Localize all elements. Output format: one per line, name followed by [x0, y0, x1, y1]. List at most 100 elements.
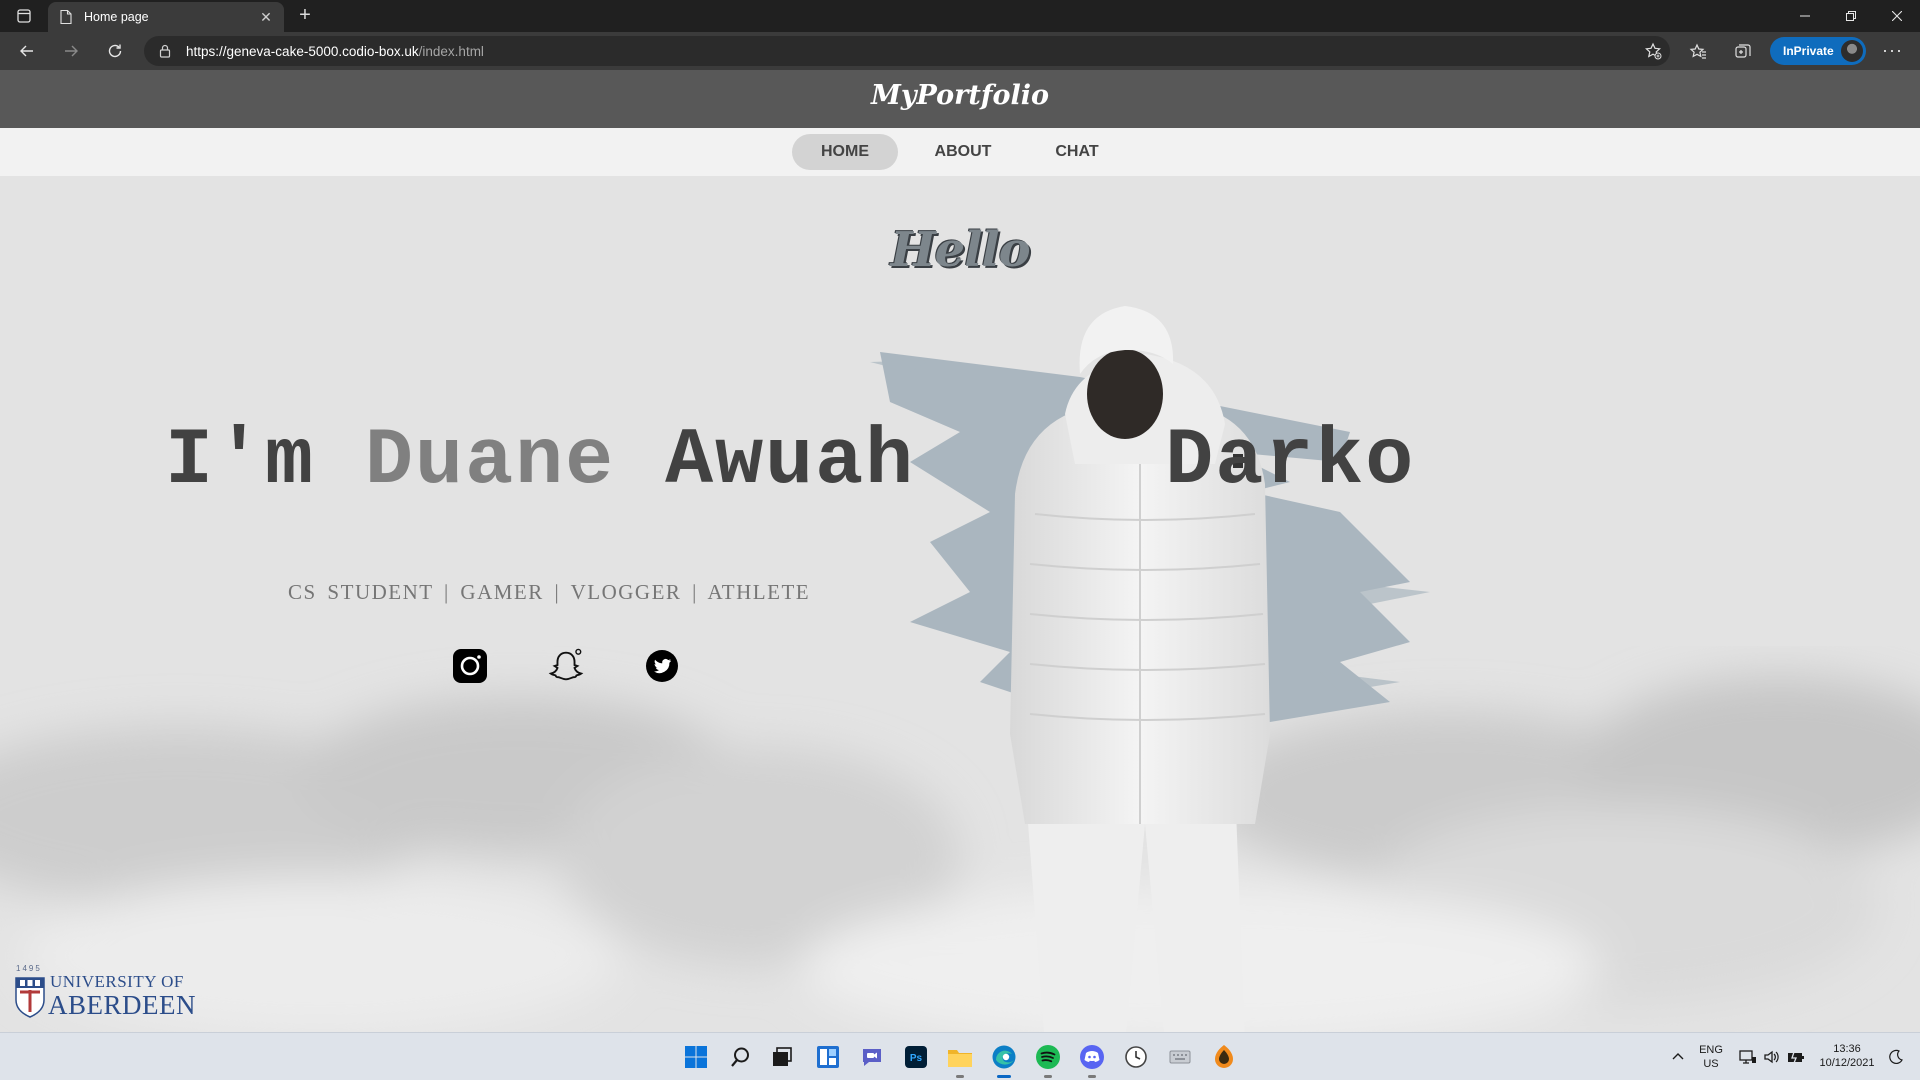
clock-icon	[1125, 1046, 1147, 1068]
browser-tab-bar: Home page ✕ +	[0, 0, 1920, 32]
browser-toolbar: https://geneva-cake-5000.codio-box.uk/in…	[0, 32, 1920, 70]
university-crest-icon	[15, 977, 45, 1018]
lock-icon[interactable]	[158, 44, 172, 58]
restore-icon	[1846, 11, 1856, 21]
search-button[interactable]	[724, 1041, 756, 1073]
hello-greeting: Hello	[890, 222, 1030, 278]
inprivate-label: InPrivate	[1783, 44, 1834, 58]
web-page: MyPortfolio HOME ABOUT CHAT Hello I'm Du…	[0, 70, 1920, 1032]
clock-app[interactable]	[1120, 1041, 1152, 1073]
portrait-photo	[1010, 306, 1270, 1032]
forward-button[interactable]	[56, 37, 86, 65]
tab-actions-icon	[17, 9, 31, 23]
twitter-link[interactable]	[644, 648, 680, 684]
start-button[interactable]	[680, 1041, 712, 1073]
nav-home-link[interactable]: HOME	[792, 134, 898, 170]
clock-date-display[interactable]: 13:36 10/12/2021	[1814, 1042, 1880, 1070]
input-language-indicator[interactable]: ENG US	[1698, 1043, 1724, 1071]
file-explorer-icon	[948, 1050, 972, 1067]
add-favorite-icon[interactable]	[1644, 42, 1662, 60]
headline-first-name: Duane	[365, 416, 616, 507]
spotify-app[interactable]	[1032, 1041, 1064, 1078]
site-header: MyPortfolio	[0, 70, 1920, 128]
refresh-icon	[108, 44, 122, 58]
tab-close-icon[interactable]: ✕	[258, 9, 274, 26]
hero-section: Hello I'm Duane Awuah Darko CS STUDENT |…	[0, 176, 1920, 1032]
site-navigation: HOME ABOUT CHAT	[0, 128, 1920, 176]
spotify-icon	[1036, 1045, 1060, 1069]
snapchat-icon	[548, 648, 584, 681]
minimize-icon	[1800, 15, 1810, 17]
widgets-button[interactable]	[812, 1041, 844, 1073]
moon-focus-icon	[1889, 1049, 1903, 1064]
url-host: https://geneva-cake-5000.codio-box.uk	[186, 43, 419, 59]
headline-last-name: Darko	[1165, 416, 1416, 507]
close-icon	[1892, 11, 1902, 21]
headline-prefix: I'm	[165, 416, 316, 507]
collections-button[interactable]	[1733, 42, 1753, 62]
favorites-star-icon	[1689, 43, 1706, 59]
url-path: /index.html	[418, 43, 484, 59]
language-label: ENG	[1699, 1044, 1723, 1056]
refresh-button[interactable]	[100, 37, 130, 65]
arrow-left-icon	[20, 45, 33, 57]
hero-headline: I'm Duane Awuah Darko	[165, 416, 1415, 507]
running-indicator	[1044, 1075, 1052, 1078]
taskbar-date: 10/12/2021	[1819, 1057, 1875, 1069]
new-tab-button[interactable]: +	[294, 5, 316, 27]
tab-actions-menu-button[interactable]	[8, 0, 40, 32]
edge-app[interactable]	[988, 1041, 1020, 1078]
favorites-button[interactable]	[1688, 42, 1708, 62]
university-name-line1: UNIVERSITY OF	[50, 972, 184, 991]
speaker-icon	[1764, 1050, 1779, 1064]
task-view-icon	[773, 1047, 792, 1066]
edge-icon	[992, 1045, 1016, 1069]
arrow-right-icon	[65, 45, 78, 57]
url-text[interactable]: https://geneva-cake-5000.codio-box.uk/in…	[186, 44, 484, 59]
battery-status[interactable]	[1780, 1041, 1812, 1073]
inprivate-profile-button[interactable]: InPrivate	[1770, 37, 1866, 65]
roles-tagline: CS STUDENT | GAMER | VLOGGER | ATHLETE	[288, 580, 811, 604]
windows-taskbar: Ps ENG US 13:36 10/12/2021	[0, 1032, 1920, 1080]
university-of-aberdeen-logo: 1495 UNIVERSITY OF ABERDEEN	[14, 964, 196, 1022]
site-logo[interactable]: MyPortfolio	[0, 80, 1920, 111]
minimize-window-button[interactable]	[1782, 0, 1828, 32]
discord-icon	[1080, 1045, 1104, 1069]
address-bar[interactable]: https://geneva-cake-5000.codio-box.uk/in…	[144, 36, 1670, 66]
tab-title: Home page	[84, 10, 149, 24]
nav-about-link[interactable]: ABOUT	[910, 134, 1016, 170]
teams-chat-button[interactable]	[856, 1041, 888, 1073]
task-view-button[interactable]	[766, 1041, 798, 1073]
nav-chat-link[interactable]: CHAT	[1026, 134, 1128, 170]
taskbar-time: 13:36	[1833, 1043, 1861, 1055]
chevron-up-icon	[1672, 1053, 1684, 1060]
running-indicator	[1088, 1075, 1096, 1078]
discord-app[interactable]	[1076, 1041, 1108, 1078]
university-founding-year: 1495	[16, 964, 42, 973]
fl-studio-icon	[1215, 1045, 1233, 1068]
page-favicon-icon	[60, 9, 72, 25]
restore-window-button[interactable]	[1828, 0, 1874, 32]
back-button[interactable]	[12, 37, 42, 65]
collections-icon	[1735, 44, 1751, 58]
close-window-button[interactable]	[1874, 0, 1920, 32]
snapchat-link[interactable]	[548, 648, 584, 684]
touch-keyboard-app[interactable]	[1164, 1041, 1196, 1073]
svg-text:Ps: Ps	[910, 1053, 923, 1064]
region-label: US	[1703, 1058, 1719, 1070]
notifications-button[interactable]	[1880, 1041, 1912, 1073]
network-icon	[1739, 1050, 1756, 1064]
twitter-icon	[646, 650, 678, 682]
teams-chat-icon	[863, 1049, 881, 1066]
widgets-icon	[817, 1046, 839, 1068]
instagram-link[interactable]	[452, 648, 488, 684]
profile-avatar-icon	[1841, 40, 1863, 62]
settings-more-button[interactable]: ···	[1882, 40, 1903, 61]
battery-charging-icon	[1788, 1051, 1804, 1064]
file-explorer-app[interactable]	[944, 1041, 976, 1078]
photoshop-app[interactable]: Ps	[900, 1041, 932, 1073]
browser-tab-home-page[interactable]: Home page ✕	[48, 2, 284, 32]
keyboard-icon	[1169, 1050, 1191, 1064]
show-hidden-icons-button[interactable]	[1662, 1041, 1694, 1073]
fl-studio-app[interactable]	[1208, 1041, 1240, 1073]
